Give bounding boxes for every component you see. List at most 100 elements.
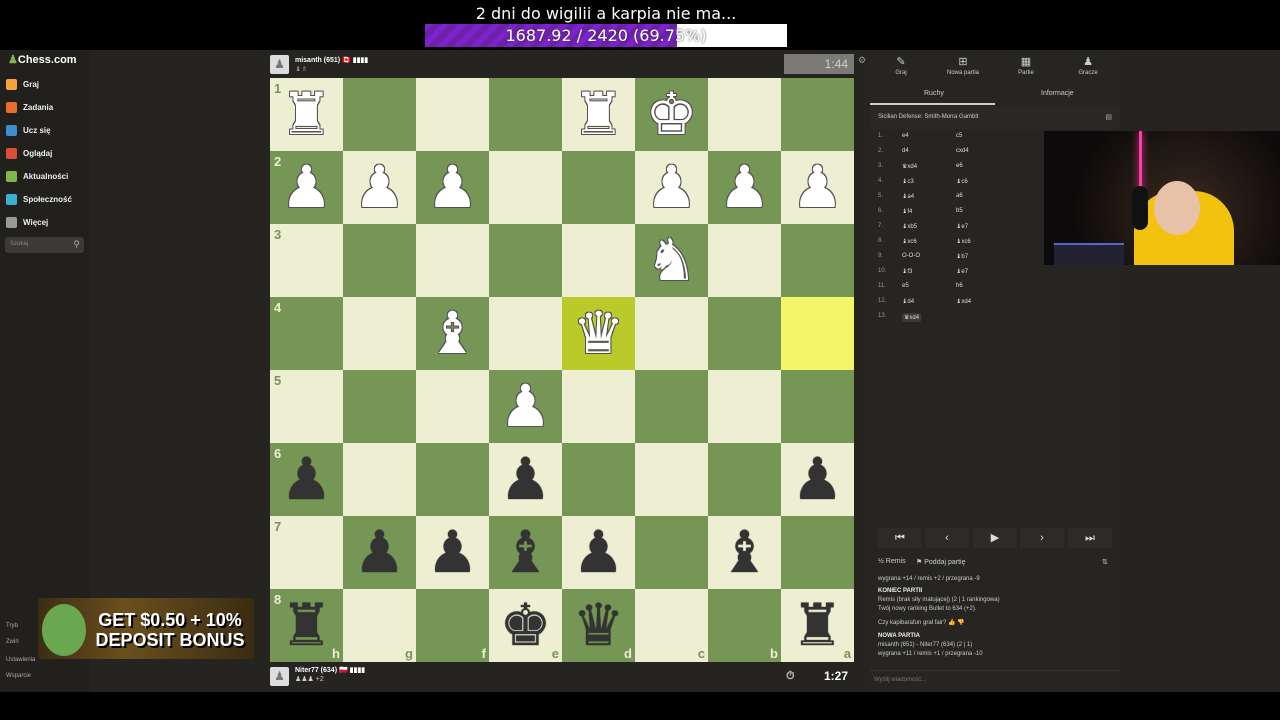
move-notation[interactable]: ♝xd4	[956, 298, 971, 305]
move-notation[interactable]: b5	[956, 208, 963, 214]
board-square[interactable]	[416, 224, 489, 297]
black-piece[interactable]: ♟	[343, 516, 416, 589]
move-notation[interactable]: ♝xb5	[902, 223, 917, 230]
board-square[interactable]	[562, 443, 635, 516]
book-icon[interactable]: ▤	[1105, 113, 1112, 121]
black-piece[interactable]: ♟	[270, 443, 343, 516]
move-notation[interactable]: a6	[956, 193, 963, 199]
search-icon[interactable]: ⚲	[73, 239, 80, 250]
flip-board-icon[interactable]: ⇅	[1102, 558, 1108, 566]
sidebar-settings[interactable]: Ustawienia	[6, 657, 35, 663]
board-square[interactable]	[635, 297, 708, 370]
board-square[interactable]	[781, 516, 854, 589]
white-piece[interactable]: ♞	[635, 224, 708, 297]
top-player-name[interactable]: misanth (651) 🇨🇦 ▮▮▮▮	[295, 56, 368, 64]
board-square[interactable]	[562, 370, 635, 443]
chess-board[interactable]: 1 2 3 4 5 6 7 8 h g f e d c b a ♜ ♜ ♚ ♟ ♟ ♟ ♟ ♟ ♟ ♞ ♝ ♛ ♟ ♟ ♟ ♟ ♟ ♟ ♝ ♟ ♝ ♜ ♚ ♛…	[270, 78, 854, 662]
black-piece[interactable]: ♝	[489, 516, 562, 589]
move-notation[interactable]: ♝e7	[956, 268, 968, 275]
black-piece[interactable]: ♟	[416, 516, 489, 589]
sidebar-item-4[interactable]: Aktualności	[6, 171, 68, 182]
resign-button[interactable]: ⚑ Poddaj partię	[916, 558, 966, 566]
avatar[interactable]: ♟	[270, 667, 289, 686]
board-square[interactable]	[343, 78, 416, 151]
move-notation[interactable]: d4	[902, 148, 909, 154]
black-piece[interactable]: ♝	[708, 516, 781, 589]
board-square[interactable]	[635, 516, 708, 589]
first-move-button[interactable]: ⏮	[878, 528, 922, 548]
board-square[interactable]	[343, 224, 416, 297]
board-square[interactable]: 4	[270, 297, 343, 370]
white-piece[interactable]: ♜	[270, 78, 343, 151]
white-piece[interactable]: ♟	[270, 151, 343, 224]
black-piece[interactable]: ♟	[562, 516, 635, 589]
move-notation[interactable]: cxd4	[956, 148, 969, 154]
thumbs-up-icon[interactable]: 👍	[948, 620, 955, 626]
draw-button[interactable]: ½ Remis	[878, 558, 906, 565]
chat-input[interactable]: Wyślij wiadomość...	[870, 670, 1120, 690]
tab-players[interactable]: ♟ Gracze	[1057, 55, 1119, 76]
board-square[interactable]	[781, 370, 854, 443]
board-square[interactable]	[489, 151, 562, 224]
previous-move-button[interactable]: ‹	[925, 528, 969, 548]
board-square[interactable]	[708, 443, 781, 516]
white-piece[interactable]: ♝	[416, 297, 489, 370]
avatar[interactable]: ♟	[270, 55, 289, 74]
move-notation[interactable]: ♝a4	[902, 193, 914, 200]
thumbs-down-icon[interactable]: 👎	[957, 620, 964, 626]
play-button[interactable]: ▶	[973, 528, 1017, 548]
sidebar-item-5[interactable]: Społeczność	[6, 194, 72, 205]
white-piece[interactable]: ♜	[562, 78, 635, 151]
board-square[interactable]: 5	[270, 370, 343, 443]
subtab-info[interactable]: Informacje	[1041, 90, 1074, 97]
move-notation[interactable]: c5	[956, 133, 962, 139]
next-move-button[interactable]: ›	[1020, 528, 1064, 548]
search-input[interactable]: Szukaj ⚲	[5, 237, 84, 253]
bottom-player-name[interactable]: Niter77 (634) 🇵🇱 ▮▮▮▮	[295, 666, 365, 674]
white-piece[interactable]: ♟	[708, 151, 781, 224]
sidebar-item-6[interactable]: Więcej	[6, 217, 48, 228]
board-square[interactable]	[562, 151, 635, 224]
move-notation[interactable]: ♝d4	[902, 298, 914, 305]
chesscom-logo[interactable]: ♟Chess.com	[8, 53, 77, 66]
board-square[interactable]	[781, 78, 854, 151]
black-piece[interactable]: ♟	[781, 443, 854, 516]
last-move-button[interactable]: ⏭	[1068, 528, 1112, 548]
board-square[interactable]: 7	[270, 516, 343, 589]
move-notation[interactable]: ♝e7	[956, 223, 968, 230]
sidebar-item-3[interactable]: Oglądaj	[6, 148, 52, 159]
move-notation[interactable]: ♝xc6	[902, 238, 917, 245]
move-notation[interactable]: ♝b7	[956, 253, 968, 260]
white-piece[interactable]: ♚	[635, 78, 708, 151]
board-square[interactable]	[635, 443, 708, 516]
board-square[interactable]	[708, 224, 781, 297]
board-square[interactable]	[343, 443, 416, 516]
board-square[interactable]	[416, 370, 489, 443]
board-square[interactable]	[489, 224, 562, 297]
subtab-moves[interactable]: Ruchy	[924, 90, 944, 97]
board-square[interactable]	[781, 297, 854, 370]
tab-new-game[interactable]: ⊞ Nowa partia	[932, 55, 994, 76]
sidebar-item-2[interactable]: Ucz się	[6, 125, 51, 136]
deposit-bonus-ad[interactable]: GET $0.50 + 10% DEPOSIT BONUS	[38, 598, 254, 659]
sidebar-support[interactable]: Wsparcie	[6, 673, 31, 679]
board-square[interactable]	[343, 370, 416, 443]
board-square[interactable]	[489, 78, 562, 151]
move-notation[interactable]: ♛xd4	[902, 163, 917, 170]
tab-games[interactable]: ▦ Partie	[995, 55, 1057, 76]
board-square[interactable]: f	[416, 589, 489, 662]
white-piece[interactable]: ♟	[635, 151, 708, 224]
board-square[interactable]: c	[635, 589, 708, 662]
tab-play[interactable]: ✎ Graj	[870, 55, 932, 76]
board-square[interactable]: g	[343, 589, 416, 662]
move-notation[interactable]: ♝xc6	[956, 238, 971, 245]
board-square[interactable]	[708, 78, 781, 151]
white-piece[interactable]: ♟	[343, 151, 416, 224]
board-square[interactable]	[562, 224, 635, 297]
move-notation[interactable]: ♝f4	[902, 208, 912, 215]
board-square[interactable]	[416, 78, 489, 151]
white-piece[interactable]: ♟	[416, 151, 489, 224]
move-notation[interactable]: ♝f3	[902, 268, 912, 275]
move-notation[interactable]: ♛xd4	[902, 313, 922, 322]
black-piece[interactable]: ♜	[270, 589, 343, 662]
